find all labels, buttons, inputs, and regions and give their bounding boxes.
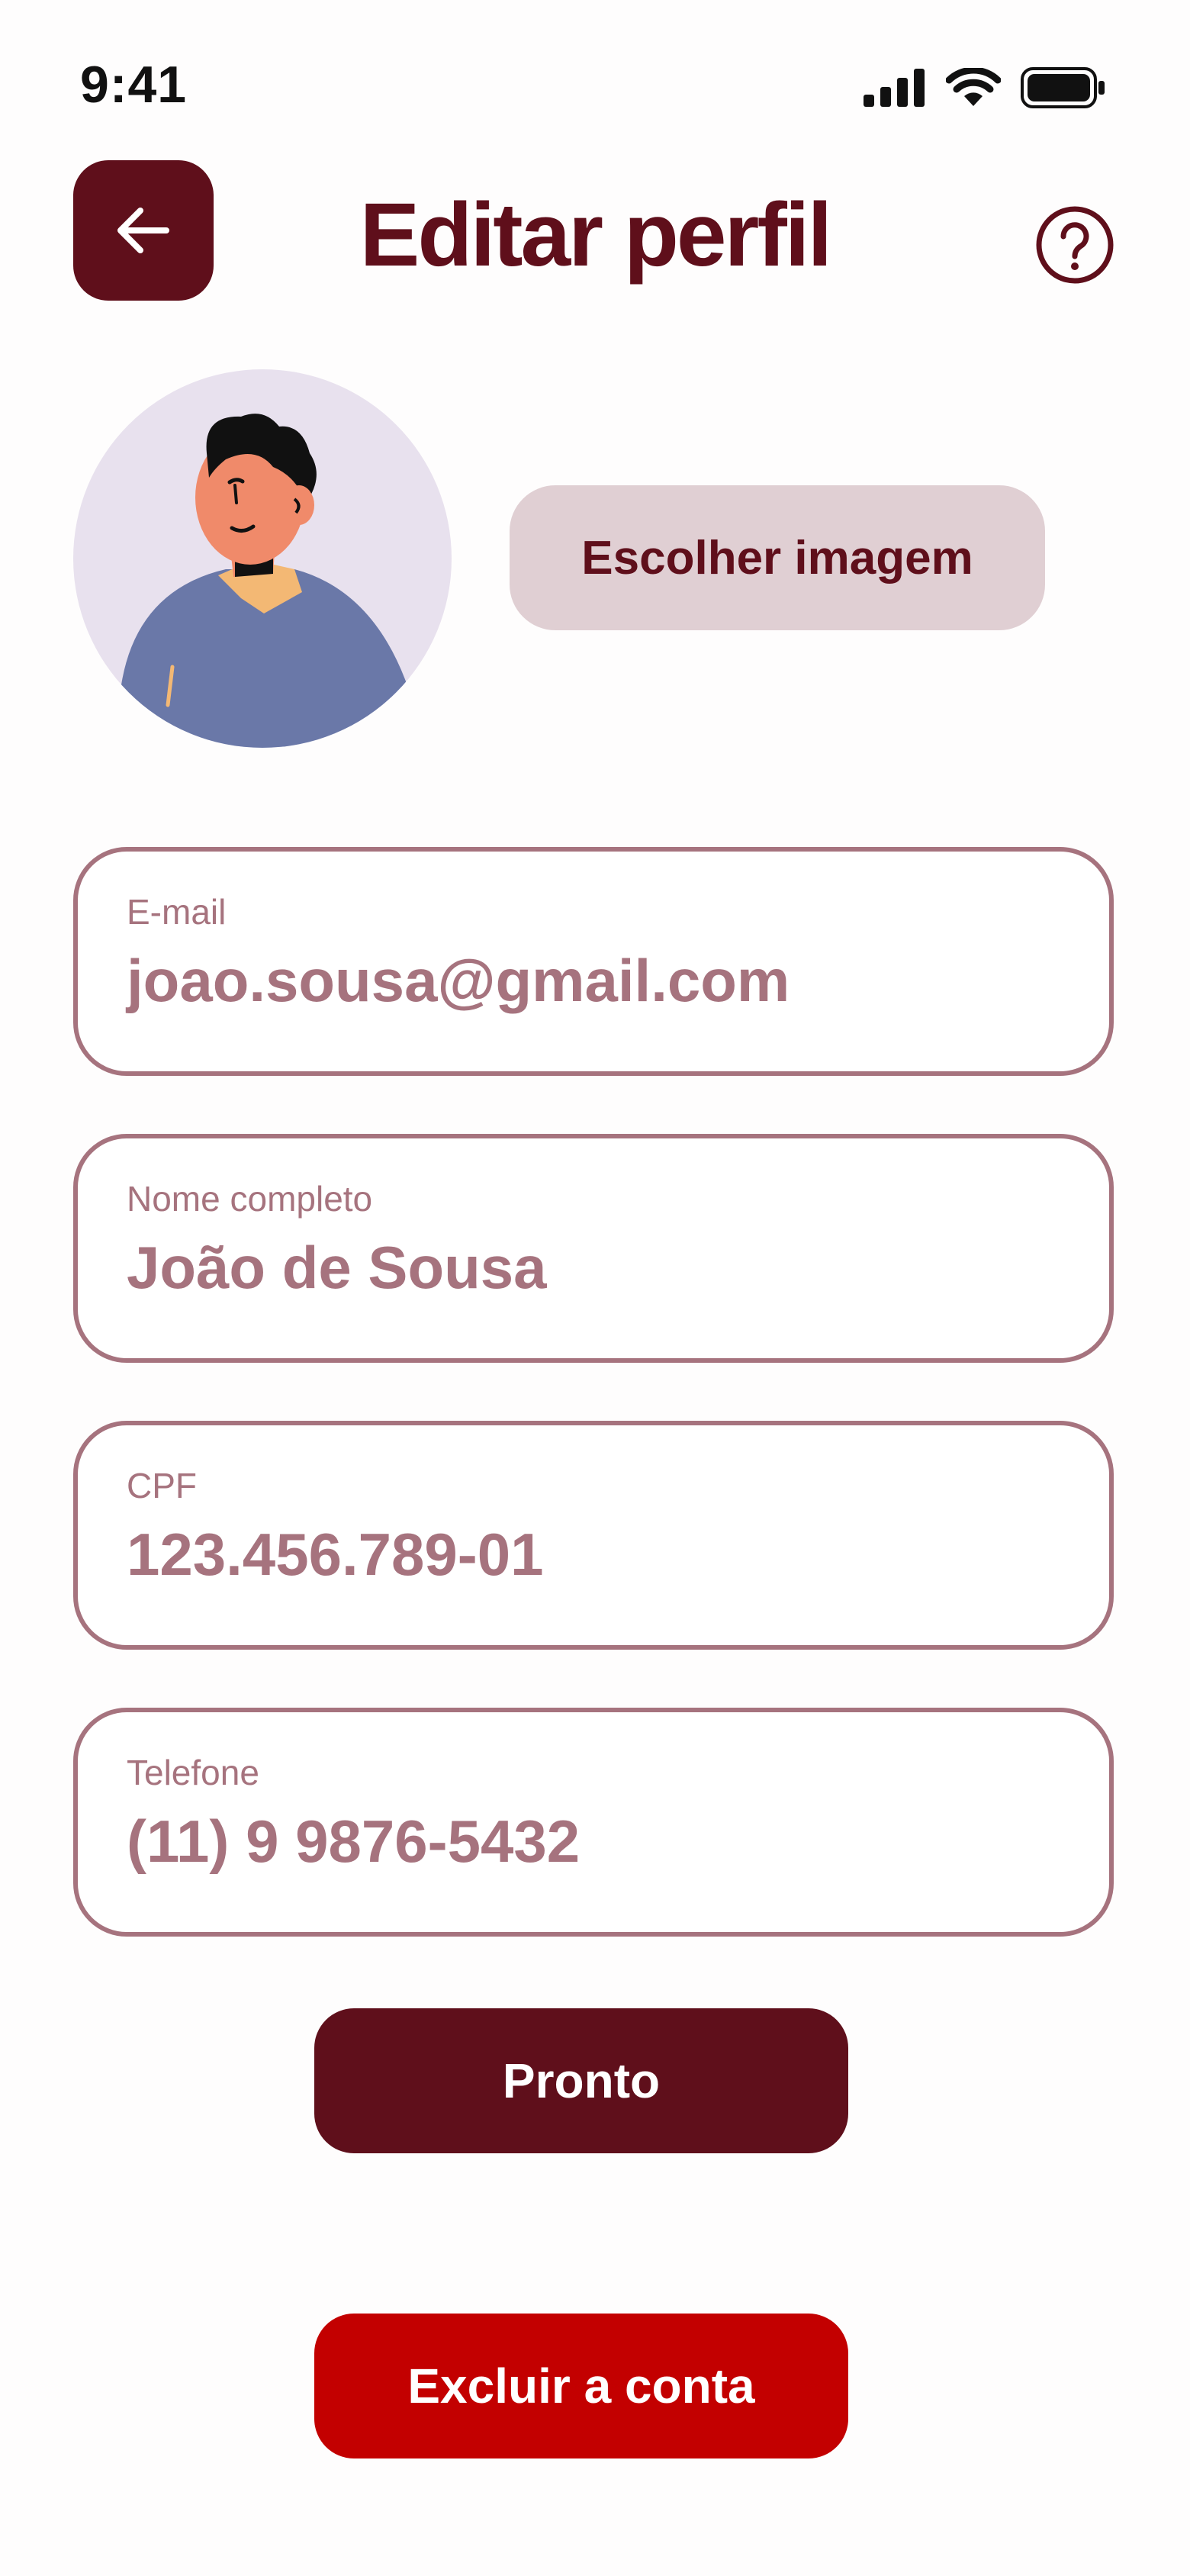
cpf-field-value[interactable]: 123.456.789-01 [127, 1520, 544, 1589]
choose-image-button[interactable]: Escolher imagem [510, 485, 1045, 630]
signal-icon [864, 69, 925, 107]
avatar [73, 369, 452, 748]
avatar-illustration [121, 414, 409, 748]
full-name-field-label: Nome completo [127, 1179, 373, 1219]
delete-account-button[interactable]: Excluir a conta [314, 2314, 848, 2458]
phone-field-label: Telefone [127, 1753, 259, 1792]
done-button[interactable]: Pronto [314, 2008, 848, 2153]
page-title: Editar perfil [359, 185, 833, 285]
status-bar: 9:41 [0, 0, 1190, 153]
cpf-field[interactable]: CPF 123.456.789-01 [73, 1421, 1114, 1650]
email-field-value[interactable]: joao.sousa@gmail.com [127, 946, 790, 1016]
help-button[interactable] [1034, 204, 1115, 285]
wifi-icon [946, 68, 1001, 106]
email-field[interactable]: E-mail joao.sousa@gmail.com [73, 847, 1114, 1076]
status-icons [864, 67, 1106, 108]
full-name-field-value[interactable]: João de Sousa [127, 1233, 547, 1302]
header: Editar perfil [0, 160, 1190, 305]
battery-icon [1021, 67, 1105, 108]
email-field-label: E-mail [127, 892, 227, 932]
phone-field[interactable]: Telefone (11) 9 9876-5432 [73, 1708, 1114, 1937]
cpf-field-label: CPF [127, 1466, 197, 1505]
phone-field-value[interactable]: (11) 9 9876-5432 [127, 1807, 580, 1876]
full-name-field[interactable]: Nome completo João de Sousa [73, 1134, 1114, 1363]
status-time: 9:41 [80, 56, 188, 114]
question-circle-icon [1036, 206, 1114, 284]
